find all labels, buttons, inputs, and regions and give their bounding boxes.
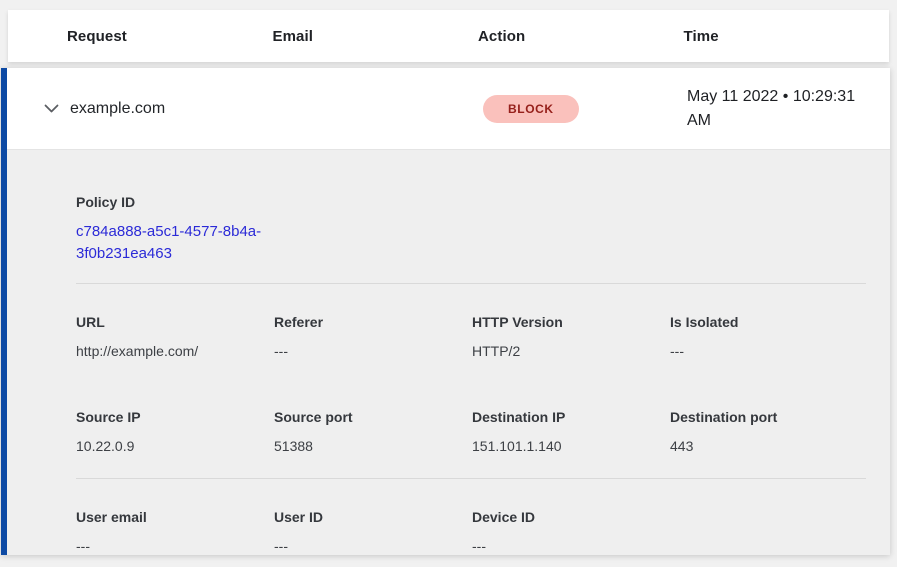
field-http-version: HTTP Version HTTP/2 [472, 312, 670, 361]
field-user-id: User ID --- [274, 507, 472, 555]
collapse-row-button[interactable] [37, 68, 65, 149]
field-source-port: Source port 51388 [274, 407, 472, 456]
table-row[interactable]: example.com BLOCK May 11 2022 • 10:29:31… [7, 68, 890, 150]
action-block-badge: BLOCK [483, 95, 579, 123]
field-value: 443 [670, 436, 866, 456]
field-user-email: User email --- [76, 507, 274, 555]
column-header-action: Action [478, 28, 684, 45]
time-cell: May 11 2022 • 10:29:31 AM [687, 85, 867, 133]
field-value: --- [274, 536, 472, 555]
field-device-id: Device ID --- [472, 507, 670, 555]
column-header-time: Time [684, 28, 890, 45]
expanded-log-entry: example.com BLOCK May 11 2022 • 10:29:31… [1, 68, 890, 555]
field-value: 51388 [274, 436, 472, 456]
field-source-ip: Source IP 10.22.0.9 [76, 407, 274, 456]
field-label: URL [76, 312, 274, 332]
table-header: Request Email Action Time [8, 10, 889, 62]
field-label: Is Isolated [670, 312, 866, 332]
divider [76, 283, 866, 284]
field-label: User ID [274, 507, 472, 527]
field-label: Referer [274, 312, 472, 332]
field-referer: Referer --- [274, 312, 472, 361]
chevron-down-icon [44, 104, 59, 113]
field-url: URL http://example.com/ [76, 312, 274, 361]
policy-id-link[interactable]: c784a888-a5c1-4577-8b4a-3f0b231ea463 [76, 221, 276, 265]
detail-row-http: URL http://example.com/ Referer --- HTTP… [76, 312, 866, 361]
field-value: --- [274, 341, 472, 361]
field-destination-port: Destination port 443 [670, 407, 866, 456]
policy-id-label: Policy ID [76, 192, 866, 212]
log-detail-view: Request Email Action Time example.com BL… [0, 0, 897, 567]
field-value: --- [472, 536, 670, 555]
field-value: 151.101.1.140 [472, 436, 670, 456]
detail-row-network: Source IP 10.22.0.9 Source port 51388 De… [76, 407, 866, 456]
request-cell: example.com [70, 68, 165, 149]
field-is-isolated: Is Isolated --- [670, 312, 866, 361]
field-label: Source port [274, 407, 472, 427]
field-label: HTTP Version [472, 312, 670, 332]
column-header-request: Request [67, 28, 273, 45]
field-value: 10.22.0.9 [76, 436, 274, 456]
field-value: http://example.com/ [76, 341, 274, 361]
policy-id-section: Policy ID c784a888-a5c1-4577-8b4a-3f0b23… [76, 192, 866, 265]
log-detail-panel: Policy ID c784a888-a5c1-4577-8b4a-3f0b23… [7, 150, 890, 555]
field-destination-ip: Destination IP 151.101.1.140 [472, 407, 670, 456]
detail-row-user: User email --- User ID --- Device ID --- [76, 507, 866, 555]
field-label: Source IP [76, 407, 274, 427]
column-header-email: Email [273, 28, 479, 45]
field-value: --- [670, 341, 866, 361]
field-label: Device ID [472, 507, 670, 527]
field-label: Destination port [670, 407, 866, 427]
field-label: Destination IP [472, 407, 670, 427]
field-label: User email [76, 507, 274, 527]
divider [76, 478, 866, 479]
field-value: HTTP/2 [472, 341, 670, 361]
field-value: --- [76, 536, 274, 555]
